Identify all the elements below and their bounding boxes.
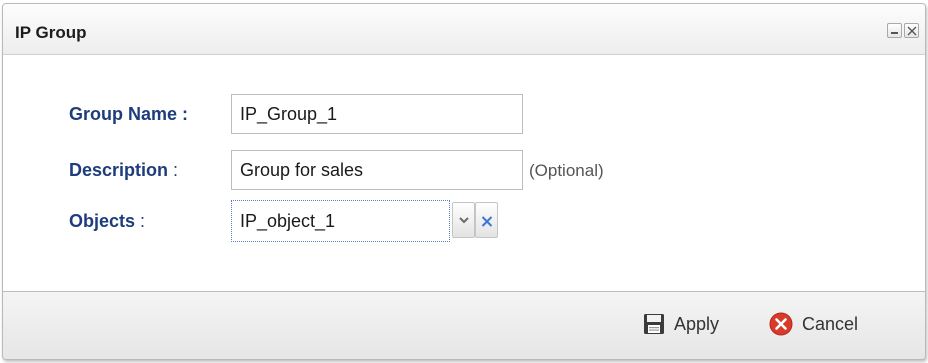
minimize-icon[interactable] (887, 23, 902, 38)
floppy-disk-icon (644, 314, 664, 334)
dialog-title: IP Group (15, 23, 87, 42)
objects-row: Objects : IP_object_1 (3, 199, 925, 242)
description-row: Description : Group for sales (Optional) (3, 148, 925, 190)
cancel-circle-icon (769, 312, 793, 336)
close-icon[interactable] (904, 23, 919, 38)
description-input[interactable]: Group for sales (231, 150, 523, 190)
dialog-titlebar: IP Group (3, 4, 925, 55)
optional-hint: (Optional) (529, 161, 604, 180)
group-name-label: Group Name : (69, 104, 189, 124)
description-label: Description : (69, 160, 179, 180)
cancel-label: Cancel (802, 313, 859, 334)
cancel-button[interactable]: Cancel (769, 308, 858, 340)
group-name-input[interactable]: IP_Group_1 (231, 94, 523, 134)
apply-label: Apply (674, 313, 720, 334)
clear-x-icon (481, 216, 493, 227)
group-name-row: Group Name : IP_Group_1 (3, 92, 925, 134)
objects-label: Objects : (69, 211, 146, 231)
objects-select[interactable]: IP_object_1 (231, 200, 450, 242)
apply-button[interactable]: Apply (643, 308, 719, 340)
ip-group-dialog: IP Group Group Name : IP_Group_1 Descrip… (2, 3, 926, 360)
chevron-down-icon (459, 217, 469, 224)
dialog-footer: Apply Cancel (3, 291, 925, 359)
objects-clear-button[interactable] (475, 202, 498, 238)
objects-dropdown-button[interactable] (452, 202, 475, 238)
